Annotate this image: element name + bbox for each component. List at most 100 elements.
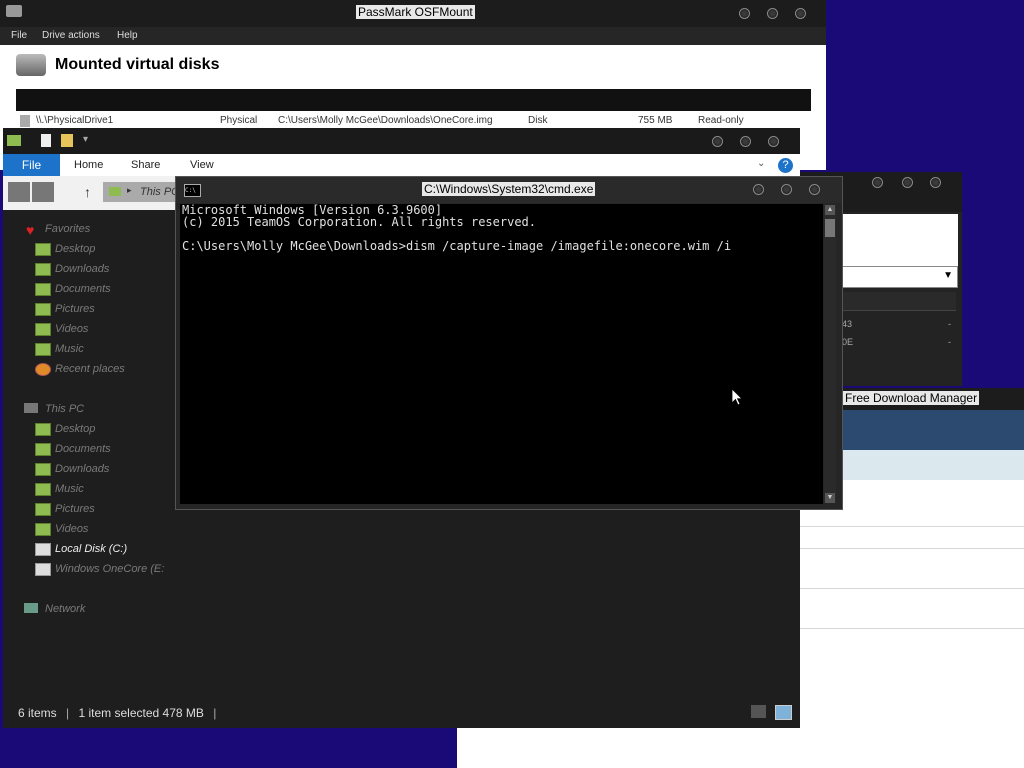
nav-label: Downloads [55,263,110,275]
tab-view[interactable]: View [190,159,214,171]
properties-icon[interactable] [41,134,51,147]
nav-fav-pictures[interactable]: Pictures [35,303,95,316]
large-icons-view-icon[interactable] [775,705,792,720]
nav-fav-recent[interactable]: Recent places [35,363,125,376]
minimize-button[interactable] [753,184,764,195]
computer-icon [24,403,38,413]
cmd-icon: C:\ [184,184,201,197]
scrollbar-thumb[interactable] [825,219,835,237]
minimize-button[interactable] [712,136,723,147]
nav-label: Videos [55,323,89,335]
dropdown[interactable]: ▼ [836,266,958,288]
heart-icon: ♥ [26,222,35,238]
quick-access-toolbar: ▾ [3,128,800,154]
new-folder-icon[interactable] [61,134,73,147]
details-view-icon[interactable] [751,705,766,718]
cell-path: C:\Users\Molly McGee\Downloads\OneCore.i… [278,115,493,126]
cell-size: 755 MB [638,115,673,126]
hard-drive-icon [16,54,46,76]
cell-type: Physical [220,115,258,126]
minimize-button[interactable] [872,177,883,188]
address-bar[interactable]: ▸ This PC [103,182,183,202]
status-selection: 1 item selected 478 MB [78,706,204,720]
close-button[interactable] [930,177,941,188]
list-header [836,292,956,311]
breadcrumb-chevron-icon: ▸ [127,185,132,195]
nav-fav-desktop[interactable]: Desktop [35,243,96,256]
nav-label: Windows OneCore (E: [55,563,165,575]
nav-this-pc[interactable]: This PC [45,403,84,415]
nav-fav-videos[interactable]: Videos [35,323,89,336]
tab-file[interactable]: File [3,154,60,176]
forward-button[interactable] [32,182,54,202]
nav-pc-onecore[interactable]: Windows OneCore (E: [35,563,165,576]
status-item-count: 6 items [18,706,57,720]
maximize-button[interactable] [767,8,778,19]
close-button[interactable] [795,8,806,19]
scroll-up-icon[interactable]: ▲ [825,205,835,215]
console-line: (c) 2015 TeamOS Corporation. All rights … [182,215,537,229]
nav-pc-desktop[interactable]: Desktop [35,423,96,436]
status-divider: | [213,706,217,720]
menu-help[interactable]: Help [117,30,138,41]
desktop-icon [35,243,51,256]
nav-fav-downloads[interactable]: Downloads [35,263,110,276]
maximize-button[interactable] [902,177,913,188]
cmd-titlebar[interactable]: C:\ C:\Windows\System32\cmd.exe [176,177,842,203]
nav-label: Desktop [55,243,96,255]
this-pc-icon [109,187,121,196]
cell-drive: \\.\PhysicalDrive1 [36,115,114,126]
nav-label: Desktop [55,423,96,435]
pictures-icon [35,503,51,516]
cmd-window: C:\ C:\Windows\System32\cmd.exe Microsof… [175,176,843,510]
chevron-down-icon[interactable]: ⌄ [757,158,765,169]
back-button[interactable] [8,182,30,202]
nav-network[interactable]: Network [45,603,85,615]
documents-icon [35,443,51,456]
videos-icon [35,523,51,536]
network-icon [24,603,38,613]
osfmount-title: PassMark OSFMount [356,5,475,19]
close-button[interactable] [768,136,779,147]
nav-pc-documents[interactable]: Documents [35,443,111,456]
osfmount-titlebar[interactable]: PassMark OSFMount [0,0,826,27]
up-arrow-icon[interactable]: ↑ [84,184,91,200]
music-icon [35,483,51,496]
nav-label: Music [55,343,84,355]
tab-home[interactable]: Home [74,159,103,171]
console-output[interactable]: Microsoft Windows [Version 6.3.9600] (c)… [180,204,823,504]
cell-access: Read-only [698,115,744,126]
nav-pc-downloads[interactable]: Downloads [35,463,110,476]
nav-fav-music[interactable]: Music [35,343,84,356]
chevron-down-icon[interactable]: ▾ [83,134,88,145]
nav-pc-videos[interactable]: Videos [35,523,88,536]
table-header [16,89,811,111]
drive-icon [35,543,51,556]
scroll-down-icon[interactable]: ▼ [825,493,835,503]
tab-share[interactable]: Share [131,159,160,171]
osfmount-menubar: File Drive actions Help [0,27,826,45]
nav-label: Downloads [55,463,110,475]
folder-icon [7,135,21,146]
breadcrumb: This PC [140,186,180,198]
menu-drive-actions[interactable]: Drive actions [42,30,100,41]
scrollbar[interactable]: ▲ ▼ [824,205,836,503]
close-button[interactable] [809,184,820,195]
nav-label: Recent places [55,363,125,375]
nav-pc-local-disk[interactable]: Local Disk (C:) [35,543,127,556]
nav-favorites[interactable]: Favorites [45,223,90,235]
fdm-title: Free Download Manager [843,391,980,405]
maximize-button[interactable] [740,136,751,147]
nav-fav-documents[interactable]: Documents [35,283,111,296]
maximize-button[interactable] [781,184,792,195]
recent-places-icon [35,363,51,376]
menu-file[interactable]: File [11,30,27,41]
nav-pc-music[interactable]: Music [35,483,84,496]
minimize-button[interactable] [739,8,750,19]
help-icon[interactable]: ? [778,158,793,173]
desktop-icon [35,423,51,436]
drive-icon [35,563,51,576]
nav-label: Pictures [55,503,95,515]
nav-pc-pictures[interactable]: Pictures [35,503,95,516]
videos-icon [35,323,51,336]
